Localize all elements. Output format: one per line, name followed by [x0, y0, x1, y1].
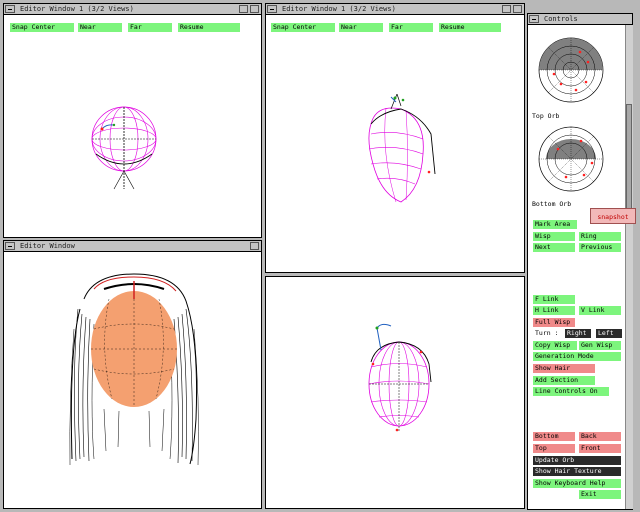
window-title: Editor Window 1 (3/2 Views): [20, 5, 134, 13]
window-titlebar[interactable]: Editor Window 1 (3/2 Views): [266, 4, 524, 15]
bottom-orb-icon[interactable]: [536, 119, 606, 197]
v-link-button[interactable]: V Link: [579, 306, 621, 315]
previous-button[interactable]: Previous: [579, 243, 621, 252]
window-titlebar[interactable]: Editor Window 1 (3/2 Views): [4, 4, 261, 15]
front-view-button[interactable]: Front: [579, 444, 621, 453]
top-view-button[interactable]: Top: [533, 444, 575, 453]
turn-label: Turn :: [535, 329, 559, 337]
window-titlebar[interactable]: Controls: [528, 14, 632, 25]
add-section-button[interactable]: Add Section: [533, 376, 595, 385]
bottom-view-button[interactable]: Bottom: [533, 432, 575, 441]
snap-center-button[interactable]: Snap Center: [10, 23, 74, 32]
system-menu-icon[interactable]: [5, 5, 15, 13]
snapshot-button[interactable]: snapshot: [590, 208, 636, 224]
mark-area-button[interactable]: Mark Area: [533, 220, 577, 229]
rendered-hair-front-view[interactable]: [64, 269, 204, 469]
turn-right-button[interactable]: Right: [565, 329, 591, 338]
f-link-button[interactable]: F Link: [533, 295, 575, 304]
window-title: Editor Window 1 (3/2 Views): [282, 5, 396, 13]
line-controls-button[interactable]: Line Controls On: [533, 387, 609, 396]
controls-window: Controls Top Orb Bottom Orb Mark Area Wi…: [527, 13, 633, 510]
head-mesh-side-view[interactable]: [351, 94, 441, 209]
system-menu-icon[interactable]: [5, 242, 15, 250]
h-link-button[interactable]: H Link: [533, 306, 575, 315]
back-view-button[interactable]: Back: [579, 432, 621, 441]
minimize-icon[interactable]: [239, 5, 248, 13]
maximize-icon[interactable]: [513, 5, 522, 13]
top-left-view-window: Editor Window 1 (3/2 Views) Snap Center …: [3, 3, 262, 238]
gen-wisp-button[interactable]: Gen Wisp: [579, 341, 621, 350]
show-keyboard-help-button[interactable]: Show Keyboard Help: [533, 479, 621, 488]
head-mesh-top-view[interactable]: [84, 99, 164, 199]
system-menu-icon[interactable]: [529, 15, 539, 23]
update-orb-button[interactable]: Update Orb: [533, 456, 621, 465]
scrollbar-thumb[interactable]: [626, 104, 632, 214]
top-orb-icon[interactable]: [536, 32, 606, 110]
bottom-middle-view-window: [265, 276, 525, 509]
turn-left-button[interactable]: Left: [596, 329, 622, 338]
window-title: Controls: [544, 15, 578, 23]
full-wisp-button[interactable]: Full Wisp: [533, 318, 575, 327]
window-title: Editor Window: [20, 242, 75, 250]
maximize-icon[interactable]: [250, 242, 259, 250]
far-button[interactable]: Far: [128, 23, 172, 32]
show-hair-button[interactable]: Show Hair: [533, 364, 595, 373]
head-mesh-front-view[interactable]: [351, 322, 441, 442]
generation-mode-button[interactable]: Generation Mode: [533, 352, 621, 361]
snap-center-button[interactable]: Snap Center: [271, 23, 335, 32]
near-button[interactable]: Near: [339, 23, 383, 32]
resume-button[interactable]: Resume: [439, 23, 501, 32]
exit-button[interactable]: Exit: [579, 490, 621, 499]
wisp-button[interactable]: Wisp: [533, 232, 575, 241]
bottom-left-view-window: Editor Window: [3, 240, 262, 509]
minimize-icon[interactable]: [502, 5, 511, 13]
far-button[interactable]: Far: [389, 23, 433, 32]
maximize-icon[interactable]: [250, 5, 259, 13]
bottom-orb-label: Bottom Orb: [532, 200, 572, 208]
window-titlebar[interactable]: Editor Window: [4, 241, 261, 252]
vertical-scrollbar[interactable]: [625, 25, 633, 509]
next-button[interactable]: Next: [533, 243, 575, 252]
show-hair-texture-button[interactable]: Show Hair Texture: [533, 467, 621, 476]
near-button[interactable]: Near: [78, 23, 122, 32]
resume-button[interactable]: Resume: [178, 23, 240, 32]
system-menu-icon[interactable]: [267, 5, 277, 13]
ring-button[interactable]: Ring: [579, 232, 621, 241]
top-middle-view-window: Editor Window 1 (3/2 Views) Snap Center …: [265, 3, 525, 273]
copy-wisp-button[interactable]: Copy Wisp: [533, 341, 577, 350]
